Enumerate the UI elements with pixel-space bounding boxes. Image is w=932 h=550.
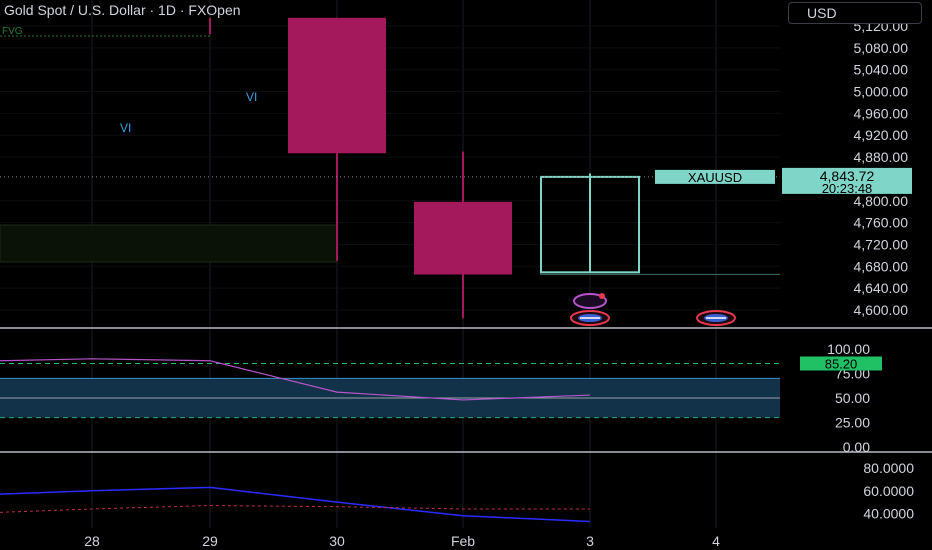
event-dot-icon	[599, 293, 605, 299]
x-axis-tick: 29	[202, 533, 218, 549]
osc-dashed-line	[0, 505, 590, 513]
x-axis-tick: 4	[712, 533, 720, 549]
candle-body-bear[interactable]	[414, 201, 512, 275]
price-axis-tick: 4,920.00	[854, 127, 909, 143]
currency-label: USD	[807, 5, 837, 21]
fvg-label: FVG	[2, 26, 23, 37]
price-axis-tick: 4,720.00	[854, 236, 909, 252]
annotation-vi-label: VI	[246, 90, 257, 104]
osc-series-line	[0, 486, 591, 523]
price-axis-tick: 4,600.00	[854, 302, 909, 318]
x-axis-tick: 30	[329, 533, 345, 549]
fvg-zone	[0, 224, 338, 263]
osc-axis-tick: 40.0000	[863, 506, 914, 522]
annotation-vi-label: VI	[120, 121, 131, 135]
rsi-axis-tick: 100.00	[827, 341, 870, 357]
price-axis-tick: 4,800.00	[854, 193, 909, 209]
chart-title: Gold Spot / U.S. Dollar · 1D · FXOpen	[4, 2, 241, 18]
rsi-axis-tick: 50.00	[835, 390, 870, 406]
price-axis-tick: 4,640.00	[854, 280, 909, 296]
price-axis-tick: 5,000.00	[854, 84, 909, 100]
price-axis-tick: 5,040.00	[854, 62, 909, 78]
chart-canvas[interactable]: VIVIXAUUSD 4,843.7220:23:485,120.005,080.…	[0, 0, 932, 550]
price-axis-tick: 4,960.00	[854, 105, 909, 121]
price-axis-tick: 4,880.00	[854, 149, 909, 165]
x-axis-tick: 28	[84, 533, 100, 549]
rsi-value-label: 85.20	[825, 357, 858, 372]
price-axis-tick: 5,080.00	[854, 40, 909, 56]
price-axis-tick: 4,760.00	[854, 215, 909, 231]
rsi-axis-tick: 0.00	[843, 439, 870, 455]
rsi-axis-tick: 25.00	[835, 415, 870, 431]
currency-selector-button[interactable]: USD	[788, 2, 922, 24]
x-axis-tick: Feb	[451, 533, 475, 549]
symbol-tag-label: XAUUSD	[688, 170, 742, 185]
candle-body-bear[interactable]	[288, 17, 386, 154]
x-axis-tick: 3	[586, 533, 594, 549]
price-axis-tick: 4,680.00	[854, 258, 909, 274]
osc-axis-tick: 80.0000	[863, 460, 914, 476]
osc-axis-tick: 60.0000	[863, 483, 914, 499]
